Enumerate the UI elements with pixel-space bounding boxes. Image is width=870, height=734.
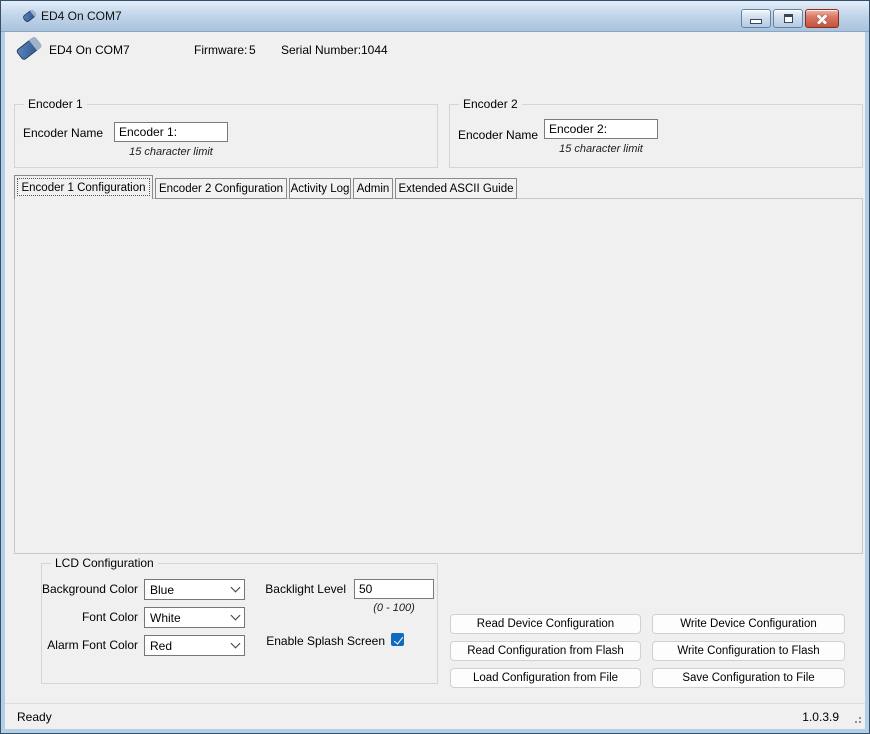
encoder-2-group-title: Encoder 2 (459, 98, 522, 111)
font-color-label: Font Color (18, 611, 138, 624)
chevron-down-icon (231, 611, 241, 621)
chevron-down-icon (231, 583, 241, 593)
serial-value: 1044 (361, 44, 388, 57)
encoder-2-name-input[interactable]: Encoder 2: (544, 119, 658, 139)
status-text: Ready (17, 711, 52, 724)
encoder-1-name-input[interactable]: Encoder 1: (114, 122, 228, 142)
minimize-button[interactable] (741, 9, 771, 28)
background-color-select[interactable]: Blue (144, 579, 245, 600)
close-icon (815, 12, 829, 26)
encoder-2-name-hint: 15 character limit (544, 143, 658, 155)
write-configuration-to-flash-button[interactable]: Write Configuration to Flash (652, 641, 845, 661)
status-bar: Ready 1.0.3.9 (5, 703, 865, 729)
encoder-2-name-label: Encoder Name (458, 129, 538, 142)
encoder-1-name-label: Encoder Name (23, 127, 103, 140)
version-text: 1.0.3.9 (802, 711, 839, 724)
background-color-label: Background Color (18, 583, 138, 596)
alarm-font-color-select[interactable]: Red (144, 635, 245, 656)
minimize-icon (750, 19, 762, 24)
firmware-value: 5 (249, 44, 256, 57)
read-device-configuration-button[interactable]: Read Device Configuration (450, 614, 641, 634)
read-configuration-from-flash-button[interactable]: Read Configuration from Flash (450, 641, 641, 661)
tab-activity-log[interactable]: Activity Log (289, 178, 351, 199)
save-configuration-to-file-button[interactable]: Save Configuration to File (652, 668, 845, 688)
backlight-level-input[interactable]: 50 (354, 579, 434, 599)
font-color-select[interactable]: White (144, 607, 245, 628)
backlight-level-hint: (0 - 100) (354, 602, 434, 614)
write-device-configuration-button[interactable]: Write Device Configuration (652, 614, 845, 634)
device-name: ED4 On COM7 (49, 44, 130, 57)
device-icon (16, 36, 43, 61)
window-frame-left (1, 31, 5, 733)
restore-button[interactable] (773, 9, 803, 28)
tab-panel (14, 198, 863, 554)
tab-admin[interactable]: Admin (353, 178, 393, 199)
tab-encoder-1-configuration[interactable]: Encoder 1 Configuration (14, 175, 153, 199)
load-configuration-from-file-button[interactable]: Load Configuration from File (450, 668, 641, 688)
firmware-label: Firmware: (194, 44, 247, 57)
app-icon (22, 9, 37, 23)
encoder-1-group-title: Encoder 1 (24, 98, 87, 111)
chevron-down-icon (231, 639, 241, 649)
resize-grip-icon[interactable] (852, 714, 862, 724)
enable-splash-screen-checkbox[interactable] (391, 633, 404, 646)
font-color-value: White (150, 611, 181, 625)
tab-extended-ascii-guide[interactable]: Extended ASCII Guide (395, 178, 517, 199)
app-window: ED4 On COM7 ED4 On COM7 Firmware: 5 Seri… (0, 0, 870, 734)
lcd-group-title: LCD Configuration (51, 557, 158, 570)
alarm-font-color-value: Red (150, 639, 172, 653)
window-title: ED4 On COM7 (41, 9, 122, 23)
tab-encoder-2-configuration[interactable]: Encoder 2 Configuration (155, 178, 287, 199)
restore-icon (784, 14, 793, 23)
window-frame-right (865, 31, 869, 733)
serial-label: Serial Number: (281, 44, 361, 57)
alarm-font-color-label: Alarm Font Color (18, 639, 138, 652)
enable-splash-screen-label: Enable Splash Screen (241, 635, 385, 648)
backlight-level-label: Backlight Level (246, 583, 346, 596)
close-button[interactable] (805, 9, 839, 28)
encoder-1-name-hint: 15 character limit (114, 146, 228, 158)
titlebar: ED4 On COM7 (1, 1, 869, 32)
background-color-value: Blue (150, 583, 174, 597)
